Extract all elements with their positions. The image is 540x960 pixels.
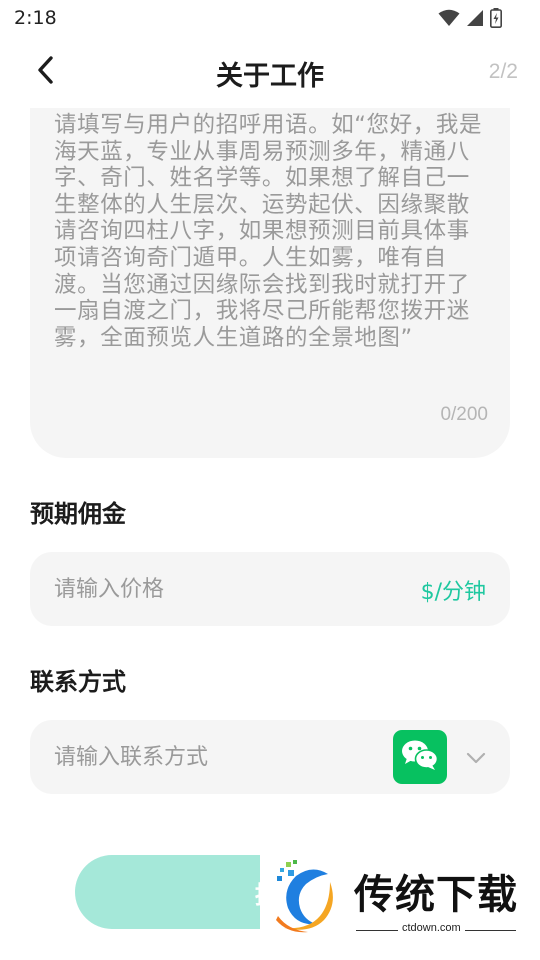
status-bar: 2:18: [0, 0, 540, 36]
contact-input[interactable]: [54, 720, 354, 794]
page-title: 关于工作: [216, 61, 324, 92]
price-input[interactable]: [54, 552, 354, 626]
char-counter: 0/200: [440, 404, 488, 425]
contact-label: 联系方式: [30, 668, 126, 696]
wifi-icon: [438, 9, 460, 31]
watermark-brand: 传统下载: [354, 872, 518, 918]
commission-label: 预期佣金: [30, 500, 126, 528]
signal-icon: [466, 9, 484, 31]
status-icons: [438, 8, 502, 32]
contact-field: [30, 720, 510, 794]
about-work-textarea[interactable]: 请填写与用户的招呼用语。如“您好，我是海天蓝，专业从事周易预测多年，精通八字、奇…: [30, 108, 510, 458]
battery-charging-icon: [490, 8, 502, 32]
watermark-url: ctdown.com: [398, 922, 465, 934]
watermark: 传统下载 ctdown.com: [260, 854, 540, 936]
watermark-logo-icon: [268, 860, 344, 936]
header: 关于工作 2/2: [0, 44, 540, 102]
wechat-icon: [401, 739, 439, 775]
chevron-down-icon[interactable]: [464, 746, 488, 770]
page-indicator: 2/2: [488, 60, 518, 83]
price-unit: $/分钟: [420, 580, 486, 605]
status-time: 2:18: [14, 7, 57, 29]
price-field: $/分钟: [30, 552, 510, 626]
about-work-placeholder: 请填写与用户的招呼用语。如“您好，我是海天蓝，专业从事周易预测多年，精通八字、奇…: [54, 112, 483, 351]
contact-method-button[interactable]: [393, 730, 447, 784]
